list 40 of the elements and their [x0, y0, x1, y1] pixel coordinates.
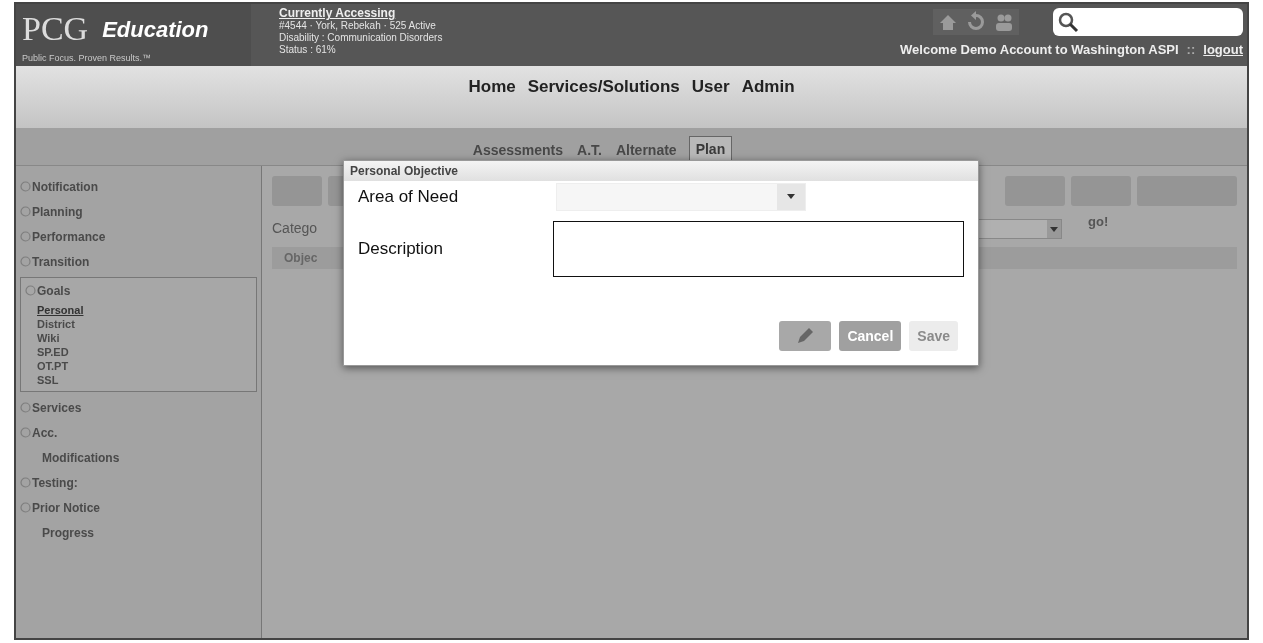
logout-link[interactable]: logout: [1203, 40, 1243, 60]
sidebar-subitem[interactable]: District: [21, 317, 75, 331]
category-label: Catego: [272, 219, 318, 238]
sidebar-subitem[interactable]: OT.PT: [21, 359, 69, 373]
sidebar-subitem[interactable]: SP.ED: [21, 345, 69, 359]
welcome-text: Welcome Demo Account to Washington ASPI: [900, 41, 1179, 59]
accessing-line: Disability : Communication Disorders: [279, 32, 443, 44]
tab[interactable]: A.T.: [575, 138, 604, 163]
sidebar-item[interactable]: Services: [32, 398, 82, 417]
sidebar-subitem[interactable]: SSL: [21, 373, 59, 387]
accessing-line: #4544 · York, Rebekah · 525 Active: [279, 20, 437, 32]
sidebar-item[interactable]: Performance: [32, 227, 106, 246]
sidebar-item[interactable]: Acc.: [32, 423, 58, 442]
nav-link[interactable]: User: [691, 74, 730, 98]
tab[interactable]: Alternate: [613, 138, 679, 163]
sidebar-item[interactable]: Prior Notice: [32, 498, 100, 517]
go-button[interactable]: go!: [1088, 212, 1109, 232]
field-label: Area of Need: [358, 186, 460, 209]
sidebar-item[interactable]: Testing:: [32, 473, 78, 492]
sidebar-item[interactable]: Transition: [32, 252, 90, 271]
logo-mark: PCG: [22, 12, 89, 46]
sidebar-item[interactable]: Goals: [37, 281, 71, 300]
tagline: Public Focus. Proven Results.™: [22, 52, 153, 65]
field-label: Description: [358, 238, 445, 261]
tab[interactable]: Assessments: [470, 138, 566, 163]
nav-link[interactable]: Services/Solutions: [527, 74, 680, 98]
separator: ::: [1186, 41, 1196, 59]
sidebar-item[interactable]: Notification: [32, 177, 98, 196]
nav-link[interactable]: Home: [468, 74, 516, 98]
sidebar-subitem[interactable]: Personal: [21, 303, 84, 317]
logo-text: Education: [102, 15, 209, 44]
sidebar-subitem[interactable]: Wiki: [21, 331, 60, 345]
sidebar-item[interactable]: Planning: [32, 202, 83, 221]
dialog-button[interactable]: Cancel: [839, 321, 902, 351]
sidebar-item[interactable]: Progress: [16, 520, 261, 545]
sidebar-item[interactable]: Modifications: [16, 445, 261, 470]
nav-link[interactable]: Admin: [741, 74, 795, 98]
dialog-title: Personal Objective: [350, 163, 459, 180]
accessing-heading: Currently Accessing: [279, 6, 397, 20]
accessing-line: Status : 61%: [279, 44, 337, 56]
